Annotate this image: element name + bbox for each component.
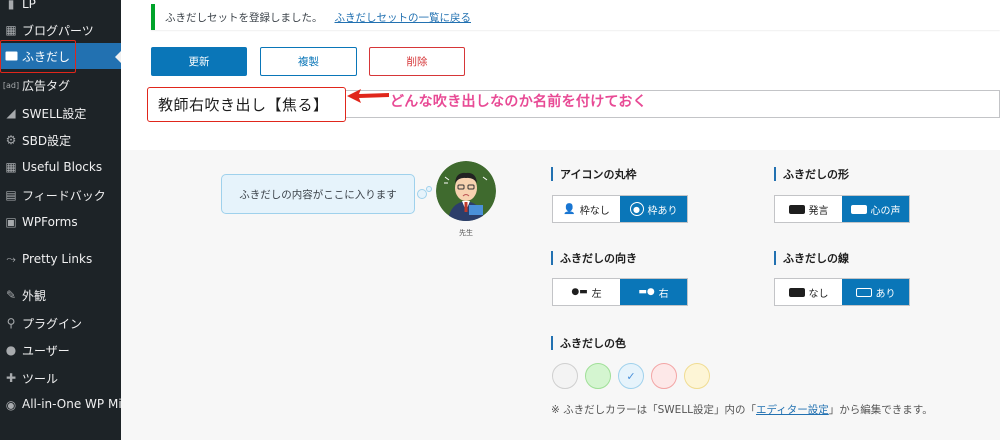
color-swatch-green[interactable] xyxy=(585,363,611,389)
border-off-icon xyxy=(788,287,805,297)
update-button[interactable]: 更新 xyxy=(151,47,247,76)
sidebar-item-all-in-one-migration[interactable]: ◉ All-in-One WP Migration xyxy=(0,396,165,436)
border-off-option[interactable]: なし xyxy=(775,279,842,305)
plugin-icon: ⚲ xyxy=(6,316,16,330)
bubble-direction-toggle: ●▬ 左 ▬● 右 xyxy=(552,278,688,306)
person-circle-icon: ● xyxy=(629,202,644,216)
sidebar-item-tools[interactable]: ✚ ツール xyxy=(0,365,121,391)
border-on-icon xyxy=(855,287,872,297)
sidebar-item-appearance[interactable]: ✎ 外観 xyxy=(0,282,121,308)
bubble-direction-title: ふきだしの向き xyxy=(551,251,637,265)
sidebar-item-ad-tag[interactable]: [ad] 広告タグ xyxy=(0,72,121,98)
direction-left-option[interactable]: ●▬ 左 xyxy=(553,279,620,305)
icon-frame-title: アイコンの丸枠 xyxy=(551,167,636,181)
icon-frame-on-option[interactable]: ● 枠あり xyxy=(620,196,687,222)
bubble-border-title: ふきだしの線 xyxy=(774,251,849,265)
main-content: ふきだしセットを登録しました。 ふきだしセットの一覧に戻る 更新 複製 削除 教… xyxy=(121,0,1000,440)
sidebar-item-wpforms[interactable]: ▣ WPForms xyxy=(0,209,121,235)
notice-message: ふきだしセットを登録しました。 xyxy=(165,11,323,24)
ad-icon: [ad] xyxy=(2,80,20,90)
migration-icon: ◉ xyxy=(5,398,17,412)
sidebar-item-useful-blocks[interactable]: ▦ Useful Blocks xyxy=(0,154,121,180)
direction-right-icon: ▬● xyxy=(638,287,655,297)
user-icon: ● xyxy=(5,343,17,357)
icon-frame-toggle: 👤 枠なし ● 枠あり xyxy=(552,195,688,223)
bubble-shape-title: ふきだしの形 xyxy=(774,167,849,181)
color-swatch-red[interactable] xyxy=(651,363,677,389)
color-footnote: ※ ふきだしカラーは「SWELL設定」内の「エディター設定」から編集できます。 xyxy=(551,404,933,416)
border-on-option[interactable]: あり xyxy=(842,279,909,305)
color-swatch-blue[interactable]: ✓ xyxy=(618,363,644,389)
icon-frame-off-option[interactable]: 👤 枠なし xyxy=(553,196,620,222)
color-swatch-yellow[interactable] xyxy=(684,363,710,389)
page-icon: ▮ xyxy=(7,0,15,11)
person-icon: 👤 xyxy=(563,203,576,215)
swell-icon: ◢ xyxy=(6,106,16,120)
bubble-thought-dot-small xyxy=(426,186,432,192)
gear-icon: ⚙ xyxy=(5,133,17,147)
avatar-name: 先生 xyxy=(459,229,473,237)
thought-shape-icon xyxy=(850,204,867,214)
preview-bubble: ふきだしの内容がここに入ります xyxy=(221,174,415,214)
link-icon: ⤳ xyxy=(6,251,16,266)
back-to-list-link[interactable]: ふきだしセットの一覧に戻る xyxy=(335,10,472,25)
success-notice: ふきだしセットを登録しました。 ふきだしセットの一覧に戻る xyxy=(151,4,1000,30)
speech-shape-icon xyxy=(788,204,805,214)
duplicate-button[interactable]: 複製 xyxy=(260,47,357,76)
blocks-icon: ▦ xyxy=(5,160,17,174)
settings-panel: ふきだしの内容がここに入ります 先生 アイコンの丸枠 👤 枠なし ● 枠あり ふ… xyxy=(121,150,1000,440)
sidebar-item-sbd-settings[interactable]: ⚙ SBD設定 xyxy=(0,127,121,153)
feedback-icon: ▤ xyxy=(5,188,17,202)
sidebar-item-plugins[interactable]: ⚲ プラグイン xyxy=(0,310,121,336)
highlight-box-menu xyxy=(0,40,76,73)
shape-thought-option[interactable]: 心の声 xyxy=(842,196,909,222)
bubble-color-title: ふきだしの色 xyxy=(551,336,626,350)
admin-sidebar: ▮ LP ▦ ブログパーツ ふきだし [ad] 広告タグ ◢ SWELL設定 ⚙… xyxy=(0,0,165,440)
shape-speech-option[interactable]: 発言 xyxy=(775,196,842,222)
brush-icon: ✎ xyxy=(5,288,17,302)
sidebar-item-swell-settings[interactable]: ◢ SWELL設定 xyxy=(0,100,121,126)
sidebar-item-pretty-links[interactable]: ⤳ Pretty Links xyxy=(0,246,121,272)
direction-left-icon: ●▬ xyxy=(571,287,588,297)
annotation-text: どんな吹き出しなのか名前を付けておく xyxy=(390,94,647,110)
title-input[interactable]: 教師右吹き出し【焦る】 xyxy=(147,87,346,122)
delete-button[interactable]: 削除 xyxy=(369,47,465,76)
form-icon: ▣ xyxy=(5,215,17,229)
teacher-avatar xyxy=(436,161,496,221)
bubble-shape-toggle: 発言 心の声 xyxy=(774,195,910,223)
bubble-border-toggle: なし あり xyxy=(774,278,910,306)
check-icon: ✓ xyxy=(626,369,636,383)
editor-settings-link[interactable]: エディター設定 xyxy=(756,404,829,416)
color-swatch-gray[interactable] xyxy=(552,363,578,389)
sidebar-item-feedback[interactable]: ▤ フィードバック xyxy=(0,182,121,208)
direction-right-option[interactable]: ▬● 右 xyxy=(620,279,687,305)
grid-icon: ▦ xyxy=(5,23,17,37)
wrench-icon: ✚ xyxy=(5,371,17,385)
annotation-arrow-icon xyxy=(347,89,389,103)
sidebar-item-lp[interactable]: ▮ LP xyxy=(0,0,121,17)
sidebar-item-users[interactable]: ● ユーザー xyxy=(0,337,121,363)
